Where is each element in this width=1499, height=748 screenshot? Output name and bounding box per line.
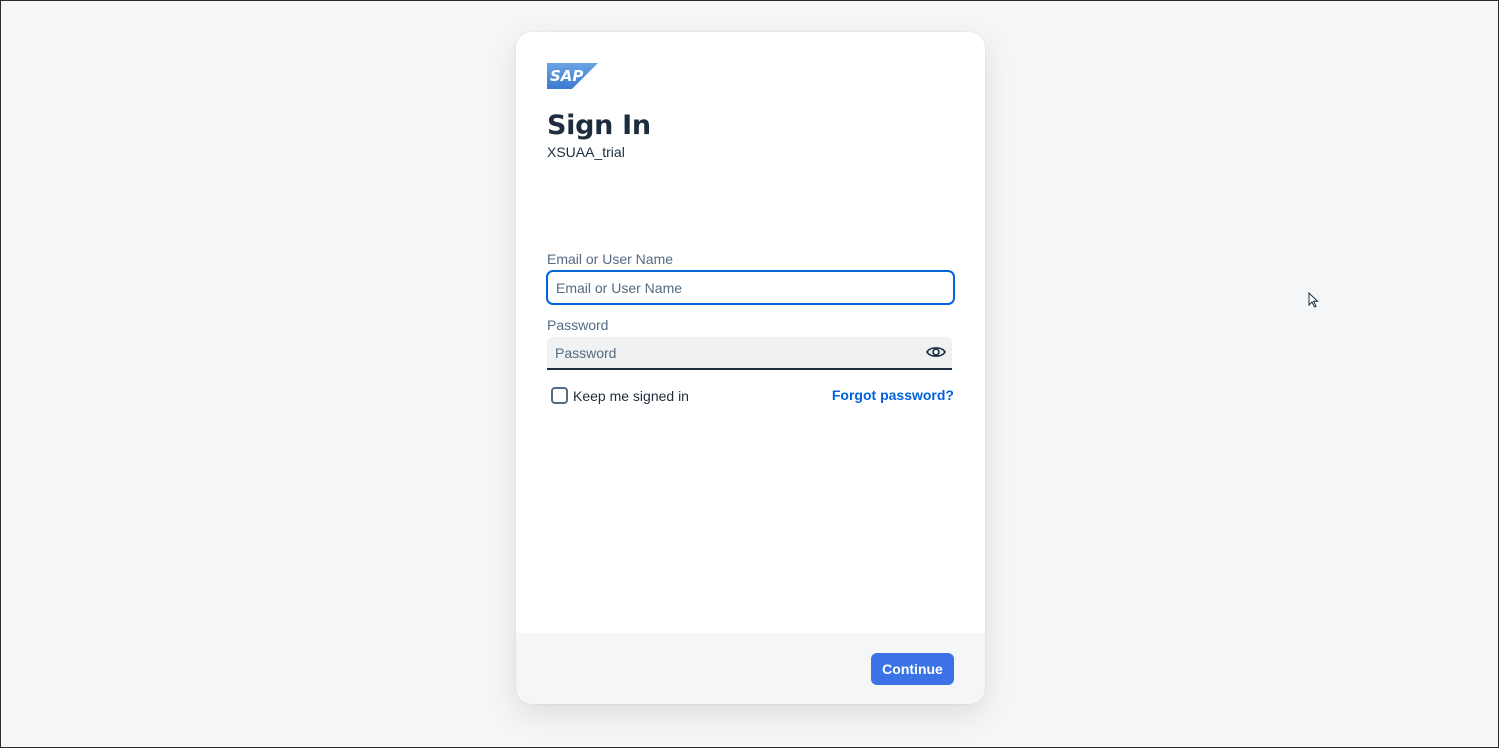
mouse-cursor-icon [1308, 292, 1319, 308]
page-background: SAP Sign In XSUAA_trial Email or User Na… [0, 0, 1499, 748]
email-label: Email or User Name [547, 251, 674, 267]
password-label: Password [547, 317, 609, 333]
forgot-password-link[interactable]: Forgot password? [832, 387, 954, 403]
password-field[interactable] [547, 337, 917, 368]
keep-signed-in-checkbox[interactable]: Keep me signed in [551, 387, 689, 404]
checkbox-box[interactable] [551, 387, 568, 404]
sap-logo-text: SAP [550, 67, 583, 85]
sign-in-card: SAP Sign In XSUAA_trial Email or User Na… [516, 32, 985, 704]
page-title: Sign In [547, 110, 651, 141]
email-field[interactable] [546, 270, 955, 305]
card-footer: Continue [516, 633, 985, 704]
keep-signed-in-label[interactable]: Keep me signed in [573, 388, 689, 404]
tenant-subtitle: XSUAA_trial [547, 144, 625, 160]
eye-icon[interactable] [926, 344, 946, 360]
sap-logo: SAP [547, 63, 598, 89]
continue-button[interactable]: Continue [871, 653, 954, 685]
password-field-wrapper [547, 337, 952, 370]
